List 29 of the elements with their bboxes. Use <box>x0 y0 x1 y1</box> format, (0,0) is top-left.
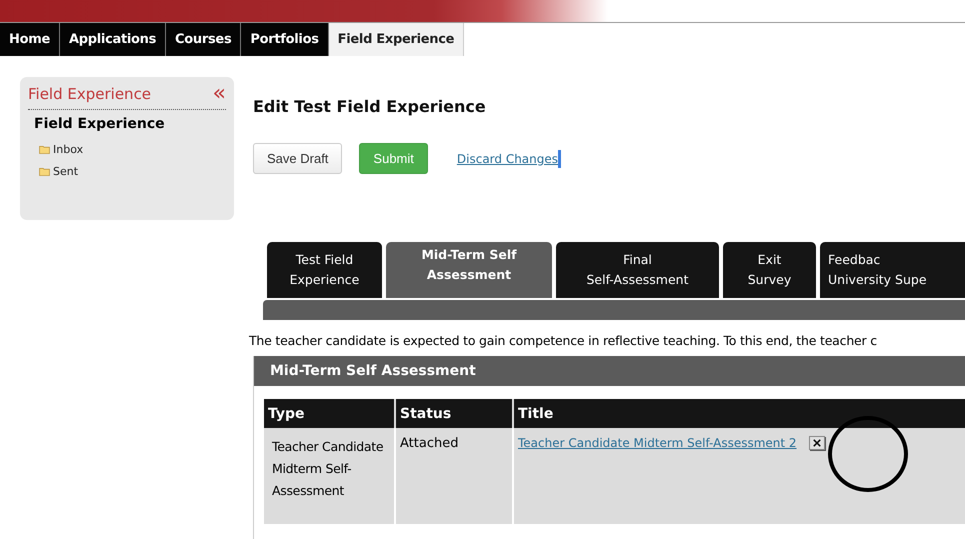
description-text: The teacher candidate is expected to gain competence in reflective teaching. To this end, the teacher c <box>249 333 878 348</box>
folder-icon <box>39 166 50 176</box>
attachment-link[interactable]: Teacher Candidate Midterm Self-Assessment 2 <box>518 436 797 450</box>
sidebar-item[interactable]: Inbox <box>53 142 84 156</box>
nav-tab[interactable]: Applications <box>60 23 166 56</box>
tab[interactable]: Feedbac University Supe <box>820 242 965 298</box>
discard-link[interactable]: Discard Changes <box>456 152 558 166</box>
nav-tab[interactable]: Field Experience <box>328 23 464 56</box>
collapse-button[interactable]: « <box>212 85 226 103</box>
sidebar-heading: Field Experience <box>34 116 166 132</box>
folder-icon <box>39 144 50 154</box>
tab[interactable]: Exit Survey <box>723 242 816 298</box>
nav-tab[interactable]: Portfolios <box>241 23 329 56</box>
page-title: Edit Test Field Experience <box>253 97 487 116</box>
sidebar-item[interactable]: Sent <box>53 164 78 178</box>
save-draft-button[interactable]: Save Draft <box>253 143 342 174</box>
table-cell-text: Teacher Candidate Midterm Self-Assessment <box>271 438 384 500</box>
column-header: Title <box>513 399 965 428</box>
column-header: Type <box>264 399 395 428</box>
sidebar-title: Field Experience <box>28 85 152 103</box>
tab[interactable]: Mid-Term Self Assessment <box>386 242 552 298</box>
nav-tab[interactable]: Home <box>0 23 60 56</box>
remove-icon[interactable] <box>808 436 825 450</box>
column-header: Status <box>395 399 513 428</box>
tab[interactable]: Test Field Experience <box>267 242 382 298</box>
tab[interactable]: Final Self-Assessment <box>556 242 719 298</box>
nav-tab[interactable]: Courses <box>166 23 242 56</box>
table-cell: Attached <box>400 436 458 451</box>
panel-title: Mid-Term Self Assessment <box>254 356 965 386</box>
